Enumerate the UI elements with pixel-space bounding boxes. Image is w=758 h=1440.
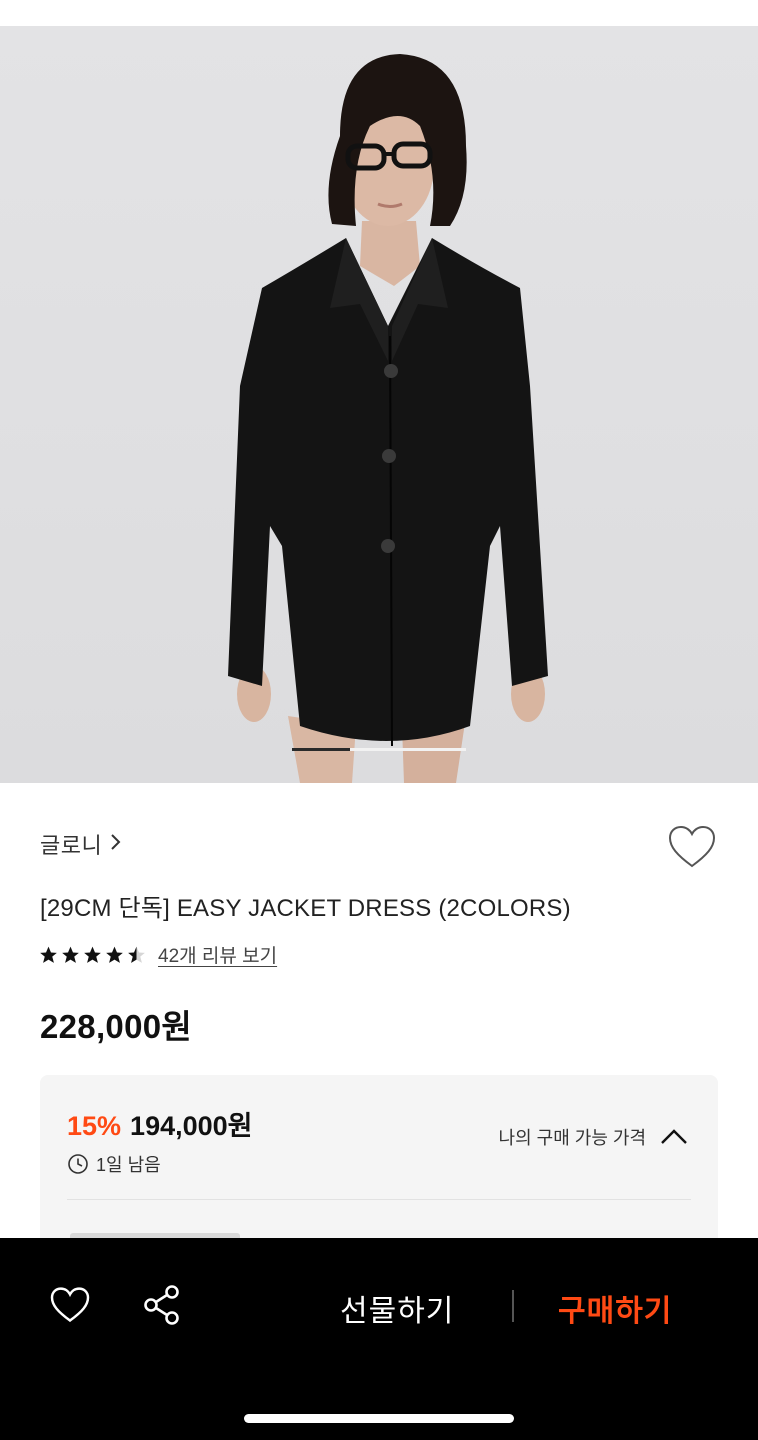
bottom-wishlist-button[interactable] [48,1283,92,1327]
carousel-indicator-track [350,748,466,751]
gift-button[interactable]: 선물하기 [340,1286,454,1330]
star-half-icon [128,946,145,963]
star-icon [62,946,79,963]
home-indicator[interactable] [244,1414,514,1423]
wishlist-button[interactable] [666,824,718,874]
discount-price: 194,000원 [130,1111,253,1141]
review-link[interactable]: 42개 리뷰 보기 [158,941,277,968]
star-icon [106,946,123,963]
chevron-right-icon [110,833,122,856]
buy-button[interactable]: 구매하기 [558,1286,672,1330]
clock-icon [68,1154,88,1174]
status-bar-area [0,0,758,26]
brand-link[interactable]: 글로니 [40,828,122,860]
product-title: [29CM 단독] EASY JACKET DRESS (2COLORS) [40,895,571,922]
time-remaining-text: 1일 남음 [96,1155,161,1175]
carousel-indicator-active [292,748,350,751]
star-icon [84,946,101,963]
share-icon [144,1285,179,1325]
heart-outline-icon [667,825,717,874]
product-image-carousel[interactable] [0,26,758,783]
chevron-up-icon [661,1129,687,1144]
divider [67,1199,691,1200]
share-button[interactable] [140,1283,184,1327]
bottom-action-bar: 선물하기 구매하기 [0,1238,758,1440]
original-price: 228,000원 [40,1008,193,1045]
rating-row: 42개 리뷰 보기 [38,941,277,968]
brand-name: 글로니 [40,833,103,858]
discount-row: 15% 194,000원 [67,1104,253,1143]
my-price-toggle[interactable]: 나의 구매 가능 가격 [499,1124,688,1150]
time-remaining: 1일 남음 [67,1151,161,1177]
star-icon [40,946,57,963]
heart-outline-icon [50,1287,90,1323]
divider [512,1290,514,1322]
discount-percent: 15% [67,1111,122,1141]
product-photo [228,54,548,783]
rating-stars [38,945,148,965]
my-price-label: 나의 구매 가능 가격 [498,1128,646,1148]
